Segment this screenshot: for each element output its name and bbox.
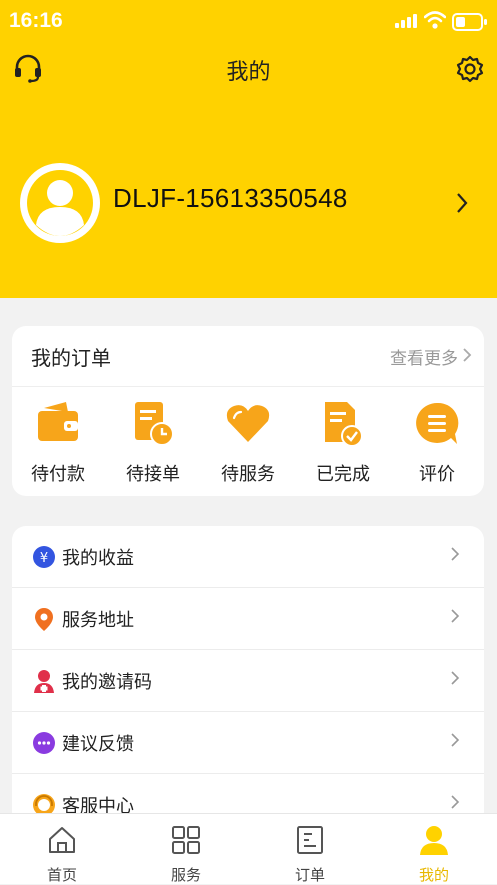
tab-orders[interactable]: 订单 xyxy=(248,814,372,885)
order-status-label: 待付款 xyxy=(31,464,85,485)
tab-label: 订单 xyxy=(294,866,325,884)
order-status-label: 评价 xyxy=(419,464,455,485)
chevron-right-icon[interactable] xyxy=(462,347,472,363)
order-status-completed[interactable]: 已完成 xyxy=(298,398,388,486)
invite-user-icon xyxy=(34,670,54,693)
tab-label: 首页 xyxy=(46,866,77,884)
tab-services[interactable]: 服务 xyxy=(124,814,248,885)
heart-icon xyxy=(226,405,270,442)
chevron-right-icon xyxy=(451,733,460,747)
grid-icon xyxy=(172,826,200,854)
yen-icon: ¥ xyxy=(33,546,55,568)
gear-icon[interactable] xyxy=(455,54,485,84)
settings-menu: ¥ 我的收益 服务地址 我的邀请码 建议反馈 客服中心 xyxy=(12,526,484,826)
menu-item-invite-code[interactable]: 我的邀请码 xyxy=(12,650,484,712)
signal-icon xyxy=(395,14,417,28)
order-list-icon xyxy=(297,826,323,854)
chevron-right-icon xyxy=(451,547,460,561)
status-time: 16:16 xyxy=(9,9,63,32)
my-orders-card: 我的订单 查看更多 待付款 待接单 待服务 已完成 评价 xyxy=(12,326,484,496)
menu-item-earnings[interactable]: ¥ 我的收益 xyxy=(12,526,484,588)
clock-document-icon xyxy=(135,402,174,446)
location-pin-icon xyxy=(35,608,53,631)
menu-item-feedback[interactable]: 建议反馈 xyxy=(12,712,484,774)
page-title: 我的 xyxy=(226,60,271,85)
tab-label: 我的 xyxy=(418,866,449,884)
profile-header: 16:16 我的 DLJF-15613350548 xyxy=(0,0,497,298)
chevron-right-icon[interactable] xyxy=(455,192,469,214)
menu-item-service-address[interactable]: 服务地址 xyxy=(12,588,484,650)
tab-mine[interactable]: 我的 xyxy=(372,814,496,885)
default-avatar-icon xyxy=(27,170,93,236)
wallet-icon xyxy=(38,402,78,441)
menu-item-label: 我的邀请码 xyxy=(62,672,152,693)
order-status-label: 待服务 xyxy=(221,464,275,485)
wifi-icon xyxy=(424,11,446,29)
feedback-icon xyxy=(33,732,55,754)
tab-home[interactable]: 首页 xyxy=(0,814,124,885)
menu-item-label: 建议反馈 xyxy=(62,734,134,755)
order-status-pending-payment[interactable]: 待付款 xyxy=(13,398,103,486)
view-more-link[interactable]: 查看更多 xyxy=(390,344,458,369)
divider xyxy=(12,386,484,387)
chevron-right-icon xyxy=(451,609,460,623)
order-status-awaiting-acceptance[interactable]: 待接单 xyxy=(108,398,198,486)
menu-item-label: 我的收益 xyxy=(62,548,134,569)
order-status-review[interactable]: 评价 xyxy=(392,398,482,486)
chevron-right-icon xyxy=(451,795,460,809)
menu-item-label: 服务地址 xyxy=(62,610,134,631)
svg-text:¥: ¥ xyxy=(40,551,48,566)
avatar[interactable] xyxy=(20,163,100,243)
user-icon xyxy=(420,826,448,855)
order-status-awaiting-service[interactable]: 待服务 xyxy=(203,398,293,486)
bottom-tab-bar: 首页 服务 订单 我的 xyxy=(0,813,497,884)
order-status-label: 待接单 xyxy=(126,464,180,485)
check-document-icon xyxy=(325,402,363,447)
username[interactable]: DLJF-15613350548 xyxy=(113,183,348,214)
orders-title: 我的订单 xyxy=(31,346,111,370)
chat-bubble-icon xyxy=(416,402,459,444)
order-status-label: 已完成 xyxy=(316,464,370,485)
battery-icon xyxy=(452,13,487,31)
tab-label: 服务 xyxy=(170,866,201,884)
home-icon xyxy=(49,827,75,853)
status-bar: 16:16 xyxy=(0,0,497,44)
chevron-right-icon xyxy=(451,671,460,685)
